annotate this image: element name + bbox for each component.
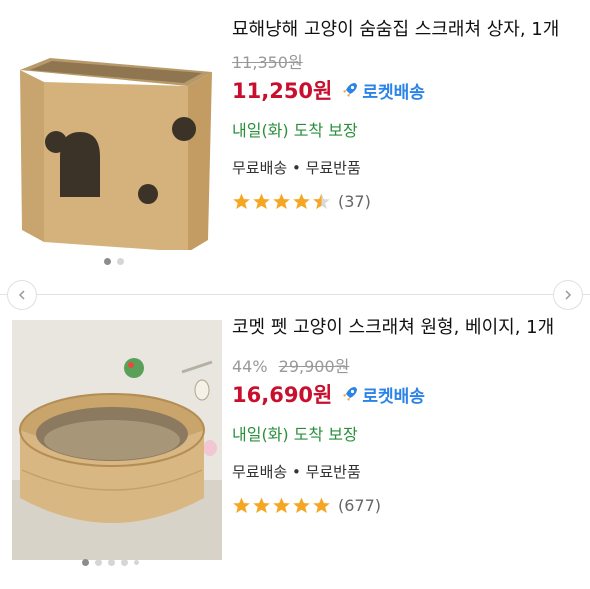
review-count[interactable]: (37): [338, 192, 371, 211]
star-icon: [253, 497, 270, 514]
sale-price: 16,690원: [232, 383, 333, 407]
delivery-promise: 내일(화) 도착 보장: [232, 121, 358, 140]
pager-dot[interactable]: [134, 560, 139, 565]
discount-percent: 44%: [232, 357, 268, 376]
star-icon: [293, 497, 310, 514]
product-title[interactable]: 코멧 펫 고양이 스크래쳐 원형, 베이지, 1개: [232, 314, 580, 341]
price-row: 11,250원 로켓배송: [232, 75, 580, 105]
carousel-next-button[interactable]: [553, 280, 583, 310]
star-half-icon: [313, 193, 330, 210]
product-title[interactable]: 묘해냥해 고양이 숨숨집 스크래쳐 상자, 1개: [232, 16, 580, 43]
scratcher-box-image: [20, 58, 212, 250]
rocket-label: 로켓배송: [362, 82, 425, 103]
pager-dot[interactable]: [82, 559, 89, 566]
star-rating: [232, 496, 331, 515]
original-price-value: 11,350원: [232, 53, 303, 72]
rocket-icon: [343, 83, 358, 97]
chevron-left-icon: [18, 290, 25, 300]
original-price: 44% 29,900원: [232, 353, 580, 377]
star-icon: [233, 497, 250, 514]
shipping-info: 무료배송 • 무료반품: [232, 463, 361, 481]
delivery-promise: 내일(화) 도착 보장: [232, 425, 358, 444]
pager-dot[interactable]: [108, 559, 115, 566]
rocket-label: 로켓배송: [362, 386, 425, 407]
rating: (677): [232, 496, 580, 515]
rocket-delivery-badge: 로켓배송: [340, 382, 425, 407]
pager-dot[interactable]: [121, 559, 128, 566]
image-pager-2: [82, 559, 139, 566]
product-image-1[interactable]: [12, 12, 222, 250]
rocket-icon: [343, 387, 358, 401]
pager-dot[interactable]: [117, 258, 124, 265]
original-price: 11,350원: [232, 49, 580, 73]
star-icon: [253, 193, 270, 210]
price-row: 16,690원 로켓배송: [232, 379, 580, 409]
star-icon: [313, 497, 330, 514]
pager-dot[interactable]: [104, 258, 111, 265]
image-pager-1: [104, 258, 124, 265]
star-icon: [293, 193, 310, 210]
rocket-delivery-badge: 로켓배송: [340, 78, 425, 103]
product-image-2[interactable]: [12, 320, 222, 560]
original-price-value: 29,900원: [278, 357, 350, 376]
chevron-right-icon: [565, 290, 572, 300]
star-icon: [273, 497, 290, 514]
product-card-1[interactable]: 묘해냥해 고양이 숨숨집 스크래쳐 상자, 1개 11,350원 11,250원…: [0, 0, 590, 275]
product-info-1: 묘해냥해 고양이 숨숨집 스크래쳐 상자, 1개 11,350원 11,250원…: [232, 16, 580, 211]
shipping-info: 무료배송 • 무료반품: [232, 159, 361, 177]
star-icon: [273, 193, 290, 210]
divider: [0, 294, 590, 295]
product-info-2: 코멧 펫 고양이 스크래쳐 원형, 베이지, 1개 44% 29,900원 16…: [232, 314, 580, 515]
sale-price: 11,250원: [232, 79, 333, 103]
rating: (37): [232, 192, 580, 211]
review-count[interactable]: (677): [338, 496, 381, 515]
star-icon: [233, 193, 250, 210]
product-card-2[interactable]: 코멧 펫 고양이 스크래쳐 원형, 베이지, 1개 44% 29,900원 16…: [0, 310, 590, 589]
star-rating: [232, 192, 331, 211]
carousel-prev-button[interactable]: [7, 280, 37, 310]
round-scratcher-image: [12, 320, 222, 560]
pager-dot[interactable]: [95, 559, 102, 566]
